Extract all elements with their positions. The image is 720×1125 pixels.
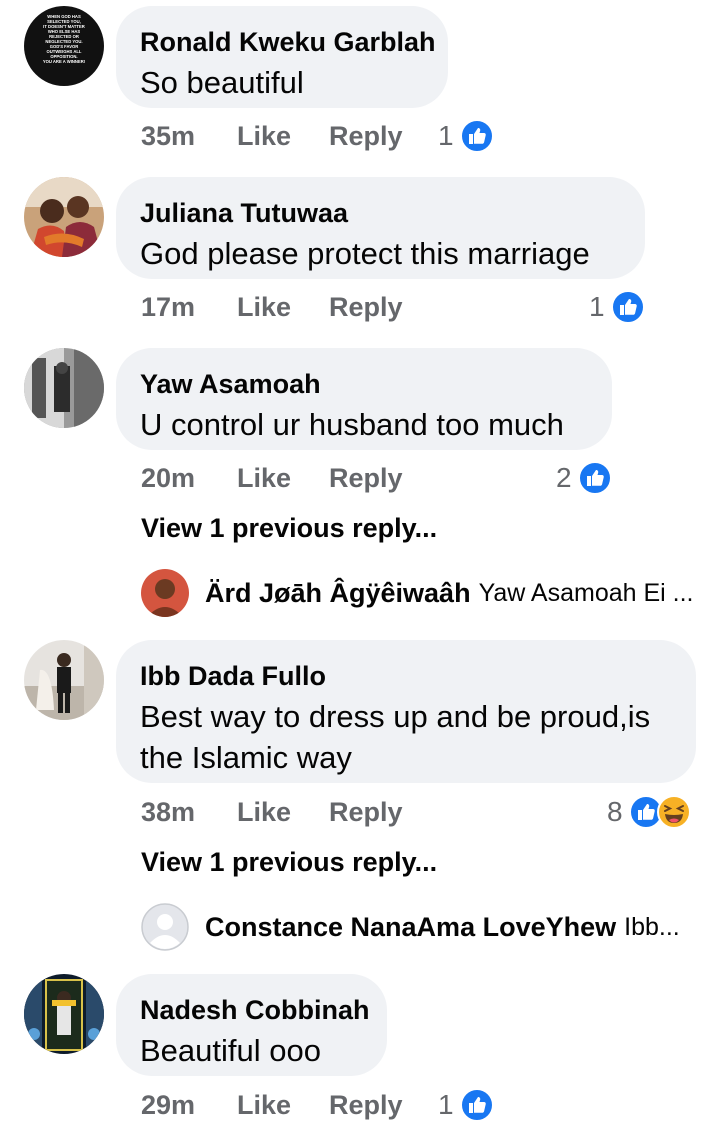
- comment-bubble: Nadesh Cobbinah Beautiful ooo: [116, 974, 387, 1076]
- comment-author[interactable]: Ibb Dada Fullo: [140, 660, 672, 692]
- reaction-summary[interactable]: 2: [556, 458, 612, 498]
- comment-bubble: Ibb Dada Fullo Best way to dress up and …: [116, 640, 696, 783]
- comment-text: U control ur husband too much: [140, 407, 564, 442]
- comment-text: Best way to dress up and be proud,is the…: [140, 699, 651, 775]
- reply-author[interactable]: Constance NanaAma LoveYhew: [205, 912, 616, 943]
- comment-bubble: Yaw Asamoah U control ur husband too muc…: [116, 348, 612, 450]
- view-previous-replies-link[interactable]: View 1 previous reply...: [141, 844, 437, 880]
- like-button[interactable]: Like: [237, 792, 291, 832]
- comment-time[interactable]: 20m: [141, 458, 195, 498]
- reaction-summary[interactable]: 1: [438, 1085, 494, 1125]
- reaction-summary[interactable]: 1: [589, 287, 645, 327]
- avatar[interactable]: [24, 348, 104, 428]
- reaction-count: 1: [589, 291, 605, 322]
- reaction-summary[interactable]: 8: [607, 792, 691, 832]
- default-avatar-icon[interactable]: [141, 903, 189, 951]
- reaction-count: 1: [438, 1089, 454, 1120]
- comment-bubble: Ronald Kweku Garblah So beautiful: [116, 6, 448, 108]
- reply-button[interactable]: Reply: [329, 792, 403, 832]
- avatar[interactable]: [24, 640, 104, 720]
- avatar[interactable]: [24, 177, 104, 257]
- reply-preview[interactable]: Ärd Jøāh Âgÿêiwaâh Yaw Asamoah Ei ...: [141, 569, 694, 617]
- comment-time[interactable]: 38m: [141, 792, 195, 832]
- reply-button[interactable]: Reply: [329, 287, 403, 327]
- reply-preview[interactable]: Constance NanaAma LoveYhew Ibb...: [141, 903, 680, 951]
- avatar[interactable]: WHEN GOD HAS SELECTED YOU, IT DOESN'T MA…: [24, 6, 104, 86]
- reaction-count: 1: [438, 120, 454, 151]
- reply-button[interactable]: Reply: [329, 116, 403, 156]
- reaction-count: 8: [607, 796, 623, 827]
- comment-time[interactable]: 35m: [141, 116, 195, 156]
- like-button[interactable]: Like: [237, 1085, 291, 1125]
- like-reaction-icon: [577, 461, 612, 495]
- like-button[interactable]: Like: [237, 116, 291, 156]
- reply-author[interactable]: Ärd Jøāh Âgÿêiwaâh: [205, 578, 471, 609]
- reaction-summary[interactable]: 1: [438, 116, 494, 156]
- view-previous-replies-link[interactable]: View 1 previous reply...: [141, 510, 437, 546]
- comment-time[interactable]: 17m: [141, 287, 195, 327]
- reaction-count: 2: [556, 462, 572, 493]
- like-reaction-icon: [459, 1088, 494, 1122]
- reply-button[interactable]: Reply: [329, 458, 403, 498]
- comment-author[interactable]: Juliana Tutuwaa: [140, 197, 621, 229]
- like-reaction-icon: [610, 290, 645, 324]
- comment-author[interactable]: Nadesh Cobbinah: [140, 994, 370, 1026]
- svg-text:YOU ARE A WINNER!: YOU ARE A WINNER!: [43, 59, 85, 64]
- comment-text: Beautiful ooo: [140, 1033, 321, 1068]
- comment-time[interactable]: 29m: [141, 1085, 195, 1125]
- reply-text: Yaw Asamoah Ei ...: [478, 578, 694, 607]
- like-button[interactable]: Like: [237, 287, 291, 327]
- avatar[interactable]: [24, 974, 104, 1054]
- comment-text: God please protect this marriage: [140, 236, 590, 271]
- like-reaction-icon: [459, 119, 494, 153]
- comment-author[interactable]: Ronald Kweku Garblah: [140, 26, 436, 58]
- reply-text: Ibb...: [624, 912, 680, 941]
- avatar[interactable]: [141, 569, 189, 617]
- comment-bubble: Juliana Tutuwaa God please protect this …: [116, 177, 645, 279]
- like-button[interactable]: Like: [237, 458, 291, 498]
- comment-text: So beautiful: [140, 65, 304, 100]
- haha-reaction-icon: [656, 795, 691, 829]
- reply-button[interactable]: Reply: [329, 1085, 403, 1125]
- comment-author[interactable]: Yaw Asamoah: [140, 368, 588, 400]
